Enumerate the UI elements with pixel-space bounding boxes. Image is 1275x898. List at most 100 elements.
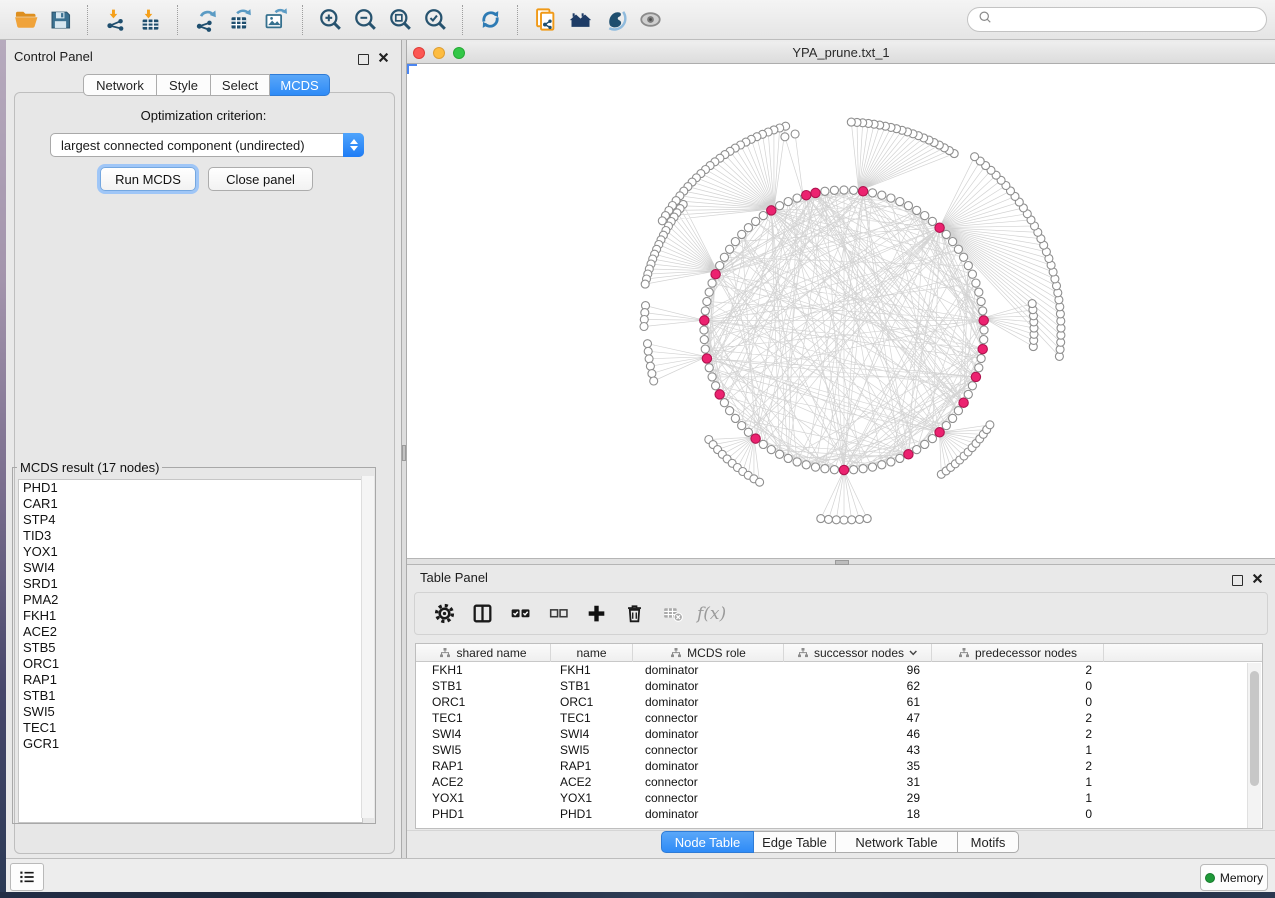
graph-ring-node[interactable] (700, 336, 708, 344)
graph-leaf-node[interactable] (644, 347, 652, 355)
mcds-result-item[interactable]: SRD1 (19, 576, 362, 592)
graph-ring-node[interactable] (784, 198, 792, 206)
mcds-result-item[interactable]: YOX1 (19, 544, 362, 560)
graph-leaf-node[interactable] (640, 323, 648, 331)
graph-ring-node[interactable] (964, 390, 972, 398)
column-header-predecessor-nodes[interactable]: predecessor nodes (932, 644, 1104, 662)
graph-ring-node[interactable] (744, 224, 752, 232)
graph-leaf-node[interactable] (840, 516, 848, 524)
mcds-result-item[interactable]: RAP1 (19, 672, 362, 688)
graph-ring-node[interactable] (850, 466, 858, 474)
graph-ring-node[interactable] (960, 253, 968, 261)
network-canvas[interactable] (407, 64, 1275, 558)
graph-ring-node[interactable] (793, 458, 801, 466)
graph-hub-node[interactable] (935, 223, 944, 232)
graph-leaf-node[interactable] (781, 133, 789, 141)
graph-ring-node[interactable] (980, 336, 988, 344)
graph-hub-node[interactable] (702, 354, 711, 363)
graph-ring-node[interactable] (738, 422, 746, 430)
graph-ring-node[interactable] (949, 238, 957, 246)
zoom-selected-icon[interactable] (420, 5, 451, 35)
graph-ring-node[interactable] (840, 186, 848, 194)
tab-select[interactable]: Select (211, 74, 270, 96)
mcds-result-item[interactable]: PMA2 (19, 592, 362, 608)
graph-ring-node[interactable] (759, 212, 767, 220)
graph-ring-node[interactable] (716, 262, 724, 270)
graph-ring-node[interactable] (980, 326, 988, 334)
graph-ring-node[interactable] (878, 461, 886, 469)
mcds-result-item[interactable]: TEC1 (19, 720, 362, 736)
network-window-titlebar[interactable]: YPA_prune.txt_1 (407, 42, 1275, 64)
graph-ring-node[interactable] (928, 217, 936, 225)
table-scrollbar[interactable] (1247, 663, 1261, 829)
graph-hub-node[interactable] (978, 344, 987, 353)
graph-ring-node[interactable] (942, 230, 950, 238)
graph-ring-node[interactable] (731, 414, 739, 422)
graph-ring-node[interactable] (821, 187, 829, 195)
column-header-name[interactable]: name (551, 644, 633, 662)
graph-ring-node[interactable] (726, 245, 734, 253)
tab-network-table[interactable]: Network Table (836, 831, 958, 853)
mcds-result-item[interactable]: STP4 (19, 512, 362, 528)
graph-ring-node[interactable] (850, 186, 858, 194)
graph-ring-node[interactable] (975, 364, 983, 372)
graph-ring-node[interactable] (859, 465, 867, 473)
graph-leaf-node[interactable] (645, 355, 653, 363)
graph-leaf-node[interactable] (1028, 300, 1036, 308)
graph-ring-node[interactable] (720, 253, 728, 261)
mcds-result-list[interactable]: PHD1CAR1STP4TID3YOX1SWI4SRD1PMA2FKH1ACE2… (18, 479, 363, 823)
table-row[interactable]: ACE2ACE2connector311 (416, 774, 1262, 790)
optimization-criterion-select[interactable]: largest connected component (undirected) (50, 133, 364, 157)
graph-hub-node[interactable] (904, 450, 913, 459)
table-row[interactable]: FKH1FKH1dominator962 (416, 662, 1262, 678)
graph-ring-node[interactable] (830, 186, 838, 194)
graph-leaf-node[interactable] (825, 515, 833, 523)
mcds-list-scrollbar[interactable] (361, 476, 374, 818)
graph-leaf-node[interactable] (648, 370, 656, 378)
table-row[interactable]: PHD1PHD1dominator180 (416, 806, 1262, 822)
deselect-all-rows-icon[interactable] (541, 597, 575, 631)
zoom-out-icon[interactable] (350, 5, 381, 35)
graph-hub-node[interactable] (839, 465, 848, 474)
mcds-result-item[interactable]: SWI4 (19, 560, 362, 576)
graph-ring-node[interactable] (972, 279, 980, 287)
graph-hub-node[interactable] (715, 390, 724, 399)
export-network-icon[interactable] (190, 5, 221, 35)
network-graph[interactable] (407, 64, 1275, 558)
graph-ring-node[interactable] (896, 454, 904, 462)
horizontal-splitter[interactable] (407, 558, 1275, 565)
close-panel-icon[interactable] (1252, 571, 1263, 589)
graph-hub-node[interactable] (802, 191, 811, 200)
graph-leaf-node[interactable] (856, 515, 864, 523)
memory-button[interactable]: Memory (1200, 864, 1268, 891)
mcds-result-item[interactable]: STB1 (19, 688, 362, 704)
task-history-button[interactable] (10, 863, 44, 891)
graph-leaf-node[interactable] (791, 130, 799, 138)
graph-hub-node[interactable] (751, 434, 760, 443)
table-row[interactable]: SWI5SWI5connector431 (416, 742, 1262, 758)
graph-hub-node[interactable] (971, 372, 980, 381)
import-table-icon[interactable] (135, 5, 166, 35)
table-row[interactable]: RAP1RAP1dominator352 (416, 758, 1262, 774)
graph-hub-node[interactable] (959, 398, 968, 407)
mcds-result-item[interactable]: CAR1 (19, 496, 362, 512)
mcds-result-item[interactable]: STB5 (19, 640, 362, 656)
column-header-MCDS-role[interactable]: MCDS role (633, 644, 784, 662)
close-panel-button[interactable]: Close panel (208, 167, 313, 191)
open-file-icon[interactable] (10, 5, 41, 35)
graph-ring-node[interactable] (821, 465, 829, 473)
table-row[interactable]: YOX1YOX1connector291 (416, 790, 1262, 806)
graph-ring-node[interactable] (904, 202, 912, 210)
graph-leaf-node[interactable] (658, 217, 666, 225)
add-column-icon[interactable] (579, 597, 613, 631)
show-columns-icon[interactable] (465, 597, 499, 631)
export-table-icon[interactable] (225, 5, 256, 35)
graph-ring-node[interactable] (701, 345, 709, 353)
graph-hub-node[interactable] (711, 270, 720, 279)
mcds-result-item[interactable]: ORC1 (19, 656, 362, 672)
graph-ring-node[interactable] (708, 373, 716, 381)
mcds-result-item[interactable]: TID3 (19, 528, 362, 544)
float-panel-icon[interactable] (1232, 575, 1243, 586)
graph-ring-node[interactable] (700, 326, 708, 334)
delete-column-icon[interactable] (617, 597, 651, 631)
